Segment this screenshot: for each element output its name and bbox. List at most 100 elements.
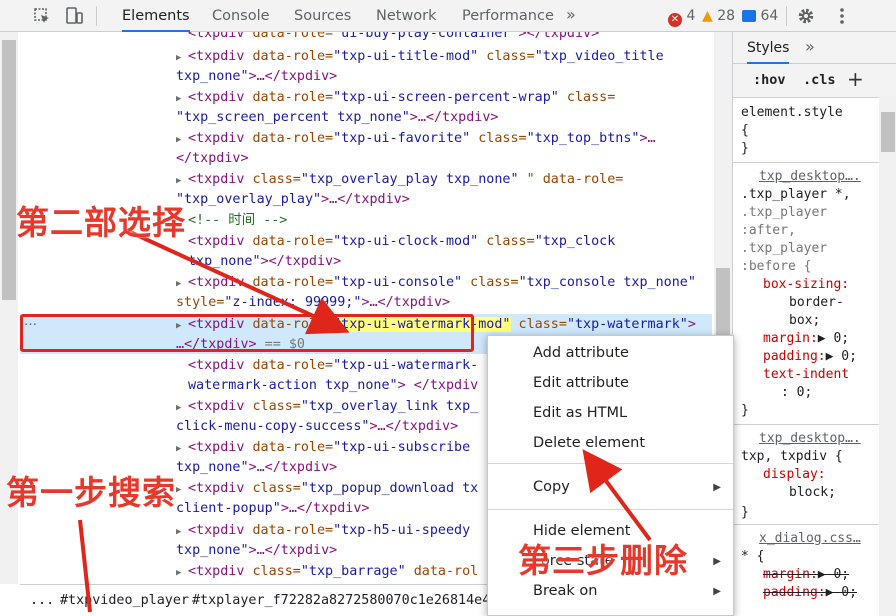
css-property[interactable]: text-indent (763, 366, 849, 384)
annotation-highlight-box (20, 314, 474, 352)
warning-icon: ▲ (702, 8, 713, 24)
message-counter[interactable]: 64 (742, 8, 778, 24)
inspect-element-icon[interactable] (32, 6, 52, 26)
brace: } (741, 505, 749, 520)
tab-console[interactable]: Console (212, 0, 270, 32)
dom-node[interactable]: ▶ <txpdiv class="txp_barrage" data-rol (176, 562, 478, 582)
menu-divider (488, 509, 733, 510)
css-property[interactable]: box-sizing: (763, 276, 849, 294)
dom-node-cont: style="z-index: 99999;">…</txpdiv> (176, 295, 451, 310)
styles-scrollbar[interactable] (879, 96, 896, 616)
dom-node[interactable]: ▶ <txpdiv class="txp_overlay_play txp_non… (176, 170, 623, 190)
hov-toggle[interactable]: :hov (753, 72, 786, 88)
error-count: 4 (686, 8, 696, 24)
dom-node-cont: </txpdiv> (176, 151, 249, 166)
plus-icon[interactable]: + (847, 67, 864, 91)
rule-selector[interactable]: :before { (741, 258, 811, 276)
css-value[interactable]: block; (789, 484, 836, 502)
element-style-selector[interactable]: element.style (741, 104, 843, 122)
css-value[interactable]: box; (789, 312, 820, 330)
menu-item-break-on[interactable]: Break on (533, 579, 597, 603)
error-counter[interactable]: ✕ 4 (668, 8, 695, 27)
tab-performance[interactable]: Performance (462, 0, 554, 32)
dom-node[interactable]: ▶ <txpdiv class="txp_popup_download tx (176, 479, 478, 499)
rule-selector[interactable]: txp, txpdiv { (741, 448, 843, 466)
message-icon (742, 10, 756, 22)
styles-filter-bar: :hov .cls + (733, 64, 896, 98)
dom-node-cont: "txp_overlay_play">…</txpdiv> (176, 192, 410, 207)
dom-comment[interactable]: <!-- 时间 --> (188, 211, 287, 231)
dom-node-cont: click-menu-copy-success">…</txpdiv> (176, 419, 459, 434)
css-property-overridden[interactable]: margin:▶ 0; (763, 566, 849, 584)
dom-node-cont: client-popup">…</txpdiv> (176, 501, 370, 516)
dom-node[interactable]: ▶ <txpdiv data-role="txp-ui-console" clas… (176, 273, 696, 293)
dom-node[interactable]: ▶ <txpdiv data-role="txp-ui-title-mod" cl… (176, 47, 664, 67)
submenu-arrow-icon: ▶ (713, 556, 721, 567)
dom-node-cont: txp_none">…</txpdiv> (176, 543, 338, 558)
toolbar-divider (786, 6, 787, 26)
dom-node-cont: txp_none"></txpdiv> (188, 254, 342, 269)
tab-elements[interactable]: Elements (122, 0, 190, 32)
rule-source-link[interactable]: txp_desktop…. (759, 430, 861, 448)
devtools-toolbar: Elements Console Sources Network Perform… (0, 0, 896, 32)
menu-item-delete-element[interactable]: Delete element (533, 431, 645, 455)
annotation-step1: 第一步搜索 (6, 473, 176, 512)
error-icon: ✕ (668, 13, 682, 27)
css-value[interactable]: border- (789, 294, 844, 312)
rule-divider (733, 524, 896, 525)
breadcrumb-overflow[interactable]: ... (30, 585, 54, 616)
rule-source-link[interactable]: txp_desktop…. (759, 168, 861, 186)
tab-sources[interactable]: Sources (294, 0, 351, 32)
dom-node[interactable]: <txpdiv data-role="ui-buy-play-container… (176, 32, 599, 44)
menu-item-edit-attribute[interactable]: Edit attribute (533, 371, 629, 395)
dom-node[interactable]: ▶ <txpdiv data-role="txp-h5-ui-speedy (176, 521, 470, 541)
rule-selector[interactable]: .txp_player (741, 204, 827, 222)
submenu-arrow-icon: ▶ (713, 482, 721, 493)
breadcrumb-item[interactable]: #txpvideo_player (60, 585, 189, 616)
menu-item-edit-as-html[interactable]: Edit as HTML (533, 401, 627, 425)
warning-count: 28 (717, 8, 736, 24)
css-property[interactable]: margin:▶ 0; (763, 330, 849, 348)
menu-item-copy[interactable]: Copy (533, 475, 570, 499)
annotation-step2: 第二部选择 (16, 203, 186, 242)
rule-divider (733, 162, 896, 163)
dom-node-cont: watermark-action txp_none"> </txpdiv (188, 378, 479, 393)
brace: { (741, 123, 749, 138)
rule-source-link[interactable]: x_dialog.css… (759, 530, 861, 548)
dom-node[interactable]: ▶ <txpdiv data-role="txp-ui-favorite" cla… (176, 129, 656, 149)
styles-pane: Styles » :hov .cls + element.style { } t… (732, 32, 896, 616)
dom-node[interactable]: <txpdiv data-role="txp-ui-clock-mod" cla… (176, 232, 615, 252)
message-count: 64 (760, 8, 779, 24)
css-value[interactable]: : 0; (781, 384, 812, 402)
warning-counter[interactable]: ▲ 28 (702, 8, 735, 24)
gear-icon[interactable] (796, 6, 816, 26)
brace: } (741, 141, 749, 156)
kebab-menu-icon[interactable] (832, 6, 852, 26)
dom-node[interactable]: ▶ <txpdiv class="txp_overlay_link txp_ (176, 397, 478, 417)
rule-selector[interactable]: * { (741, 548, 764, 566)
chevron-double-right-icon[interactable]: » (566, 5, 576, 24)
toolbar-divider (96, 6, 97, 26)
tab-network[interactable]: Network (376, 0, 437, 32)
tab-styles[interactable]: Styles (747, 32, 790, 64)
rule-selector[interactable]: .txp_player (741, 240, 827, 258)
styles-header: Styles » (733, 32, 896, 64)
css-property-overridden[interactable]: padding:▶ 0; (763, 584, 857, 602)
dom-node-cont: txp_none">…</txpdiv> (176, 69, 338, 84)
dom-node[interactable]: ▶ <txpdiv data-role="txp-ui-screen-percen… (176, 88, 615, 108)
breadcrumb-item[interactable]: #txplayer_f72282a8272580070c1e26814e450 (192, 585, 506, 616)
rule-selector[interactable]: .txp_player *, (741, 186, 851, 204)
css-property[interactable]: display: (763, 466, 826, 484)
rule-selector[interactable]: :after, (741, 222, 796, 240)
css-property[interactable]: padding:▶ 0; (763, 348, 857, 366)
brace: } (741, 403, 749, 418)
menu-item-add-attribute[interactable]: Add attribute (533, 341, 629, 365)
styles-scrollbar-thumb[interactable] (881, 112, 895, 152)
device-toolbar-icon[interactable] (64, 6, 84, 26)
dom-node[interactable]: ▶ <txpdiv data-role="txp-ui-subscribe (176, 438, 470, 458)
submenu-arrow-icon: ▶ (713, 586, 721, 597)
dom-node[interactable]: <txpdiv data-role="txp-ui-watermark- (176, 356, 478, 376)
rule-divider (733, 424, 896, 425)
cls-toggle[interactable]: .cls (803, 72, 836, 88)
chevron-double-right-icon[interactable]: » (805, 37, 815, 56)
